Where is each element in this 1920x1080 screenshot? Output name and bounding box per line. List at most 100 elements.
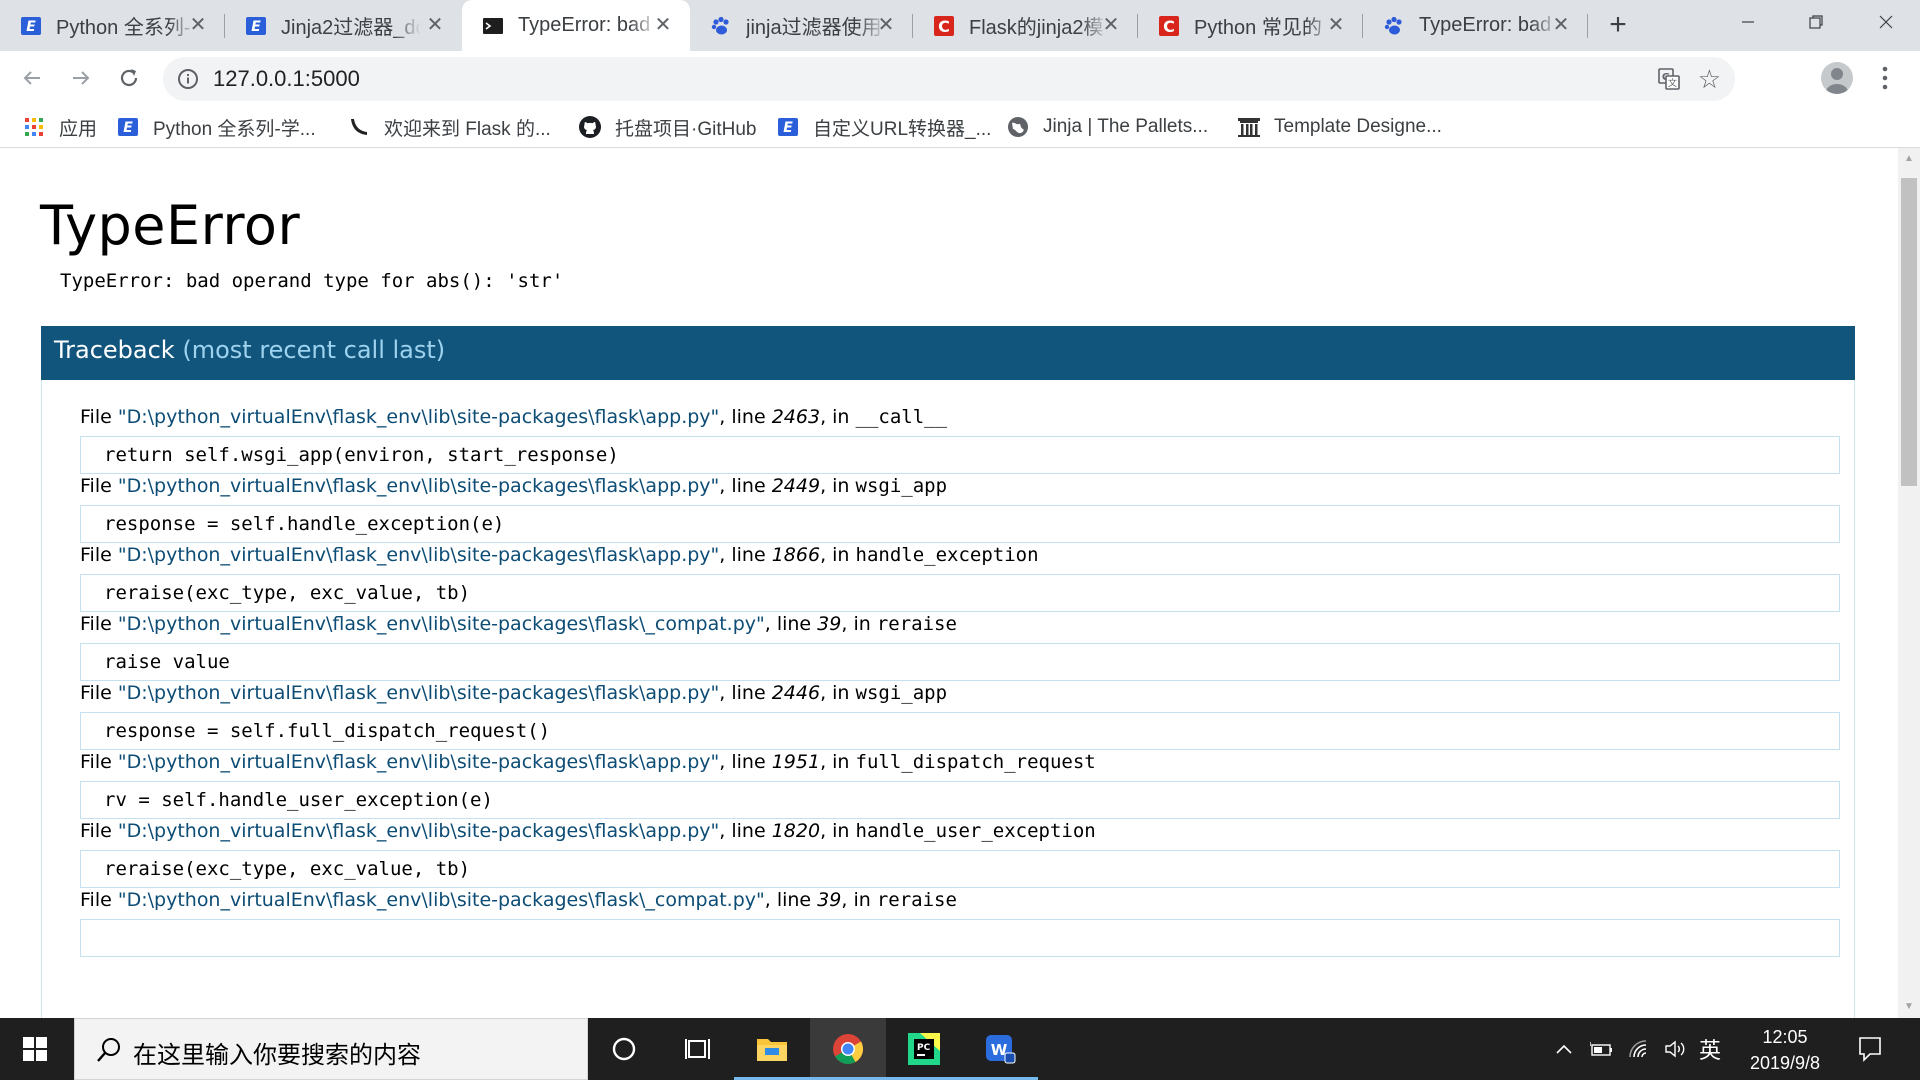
cortana-button[interactable] <box>586 1018 662 1080</box>
frame-line-number: 1820 <box>771 820 821 842</box>
restore-button[interactable] <box>1782 0 1850 44</box>
tab-4[interactable]: jinja过滤器使用 ✕ <box>690 0 913 51</box>
bookmark-star-button[interactable]: ☆ <box>1698 64 1721 95</box>
info-icon[interactable] <box>177 68 199 90</box>
traceback-frame: File "D:\python_virtualEnv\flask_env\lib… <box>80 402 1840 474</box>
frame-line-number: 2446 <box>771 682 821 704</box>
bookmark-template-designer[interactable]: Template Designe... <box>1237 114 1442 140</box>
back-button[interactable] <box>13 59 51 97</box>
battery-tray-button[interactable] <box>1586 1018 1618 1080</box>
svg-text:C: C <box>1163 17 1175 36</box>
tab-close-button[interactable]: ✕ <box>1100 14 1122 36</box>
action-center-button[interactable] <box>1850 1032 1890 1066</box>
translate-icon[interactable]: G文 <box>1657 67 1681 91</box>
frame-source-line[interactable]: response = self.full_dispatch_request() <box>80 712 1840 750</box>
csdn-icon: C <box>1158 15 1180 37</box>
tab-2[interactable]: E Jinja2过滤器_dc ✕ <box>225 0 462 51</box>
bookmark-url-converter[interactable]: E 自定义URL转换器_... <box>776 114 991 140</box>
page-scrollbar[interactable]: ▲ ▼ <box>1898 148 1920 1018</box>
frame-source-line[interactable]: response = self.handle_exception(e) <box>80 505 1840 543</box>
file-word: File <box>80 406 112 428</box>
file-explorer-button[interactable] <box>734 1018 810 1080</box>
arrow-left-icon <box>23 71 40 85</box>
tab-close-button[interactable]: ✕ <box>1550 14 1572 36</box>
frame-function: handle_exception <box>855 544 1039 566</box>
bookmark-label: 欢迎来到 Flask 的... <box>384 118 551 140</box>
tab-5[interactable]: C Flask的jinja2模 ✕ <box>913 0 1138 51</box>
traceback-frame: File "D:\python_virtualEnv\flask_env\lib… <box>80 678 1840 750</box>
close-icon <box>1879 15 1893 29</box>
tab-close-button[interactable]: ✕ <box>187 14 209 36</box>
scrollbar-thumb[interactable] <box>1901 178 1917 486</box>
wps-button[interactable]: W <box>962 1018 1038 1080</box>
network-tray-button[interactable] <box>1624 1018 1656 1080</box>
tab-close-button[interactable]: ✕ <box>652 14 674 36</box>
github-icon <box>578 115 602 139</box>
close-window-button[interactable] <box>1852 0 1920 44</box>
frame-filename[interactable]: "D:\python_virtualEnv\flask_env\lib\site… <box>118 406 719 428</box>
more-vert-icon <box>1882 66 1888 90</box>
frame-filename[interactable]: "D:\python_virtualEnv\flask_env\lib\site… <box>118 544 719 566</box>
frame-filename[interactable]: "D:\python_virtualEnv\flask_env\lib\site… <box>118 475 719 497</box>
forward-button[interactable] <box>62 59 100 97</box>
url-text[interactable]: 127.0.0.1:5000 <box>213 66 360 92</box>
volume-tray-button[interactable] <box>1660 1018 1692 1080</box>
scroll-up-arrow[interactable]: ▲ <box>1898 148 1920 170</box>
frame-source-line[interactable]: reraise(exc_type, exc_value, tb) <box>80 574 1840 612</box>
scroll-down-arrow[interactable]: ▼ <box>1898 996 1920 1018</box>
frame-location: File "D:\python_virtualEnv\flask_env\lib… <box>80 747 1840 777</box>
bookmark-apps[interactable]: 应用 <box>22 114 97 140</box>
reload-button[interactable] <box>110 59 148 97</box>
frame-source-line[interactable]: raise value <box>80 643 1840 681</box>
tray-overflow-button[interactable] <box>1548 1018 1580 1080</box>
address-bar[interactable]: 127.0.0.1:5000 G文 ☆ <box>163 57 1735 101</box>
flask-horn-icon <box>347 115 371 139</box>
system-clock[interactable]: 12:05 2019/9/8 <box>1730 1024 1840 1076</box>
profile-avatar[interactable] <box>1821 62 1853 94</box>
frame-source-line[interactable]: return self.wsgi_app(environ, start_resp… <box>80 436 1840 474</box>
start-button[interactable] <box>0 1018 70 1080</box>
chrome-menu-button[interactable] <box>1880 61 1890 95</box>
bookmark-jinja-pallets[interactable]: Jinja | The Pallets... <box>1006 114 1208 140</box>
pycharm-button[interactable]: PC <box>886 1018 962 1080</box>
ime-indicator[interactable]: 英 <box>1694 1018 1726 1080</box>
speaker-icon <box>1665 1040 1685 1058</box>
new-tab-button[interactable]: + <box>1600 8 1636 44</box>
minimize-button[interactable] <box>1714 0 1782 44</box>
traceback-frames: File "D:\python_virtualEnv\flask_env\lib… <box>41 380 1855 1018</box>
blog-icon: E <box>245 15 267 37</box>
frame-source-line[interactable]: rv = self.handle_user_exception(e) <box>80 781 1840 819</box>
page-viewport: TypeError TypeError: bad operand type fo… <box>0 148 1898 1018</box>
frame-filename[interactable]: "D:\python_virtualEnv\flask_env\lib\site… <box>118 889 765 911</box>
tab-1[interactable]: E Python 全系列- ✕ <box>0 0 225 51</box>
in-word: , in <box>841 889 871 911</box>
frame-line-number: 1866 <box>771 544 821 566</box>
bookmark-python-series[interactable]: E Python 全系列-学... <box>116 114 316 140</box>
frame-line-number: 2449 <box>771 475 821 497</box>
globe-icon <box>1006 115 1030 139</box>
tab-7[interactable]: TypeError: bad ✕ <box>1363 0 1588 51</box>
line-word: , line <box>719 406 766 428</box>
frame-source-line[interactable]: reraise(exc_type, exc_value, tb) <box>80 850 1840 888</box>
svg-text:E: E <box>251 19 261 35</box>
traceback-frame: File "D:\python_virtualEnv\flask_env\lib… <box>80 816 1840 888</box>
tab-6[interactable]: C Python 常见的 ✕ <box>1138 0 1363 51</box>
frame-source-line[interactable] <box>80 919 1840 957</box>
bookmark-github[interactable]: 托盘项目·GitHub <box>578 114 756 140</box>
csdn-icon: C <box>933 15 955 37</box>
frame-filename[interactable]: "D:\python_virtualEnv\flask_env\lib\site… <box>118 820 719 842</box>
tab-close-button[interactable]: ✕ <box>424 14 446 36</box>
wps-icon: W <box>986 1035 1016 1064</box>
task-view-button[interactable] <box>660 1018 736 1080</box>
line-word: , line <box>719 475 766 497</box>
chrome-taskbar-button[interactable] <box>810 1018 886 1080</box>
bookmark-flask-docs[interactable]: 欢迎来到 Flask 的... <box>347 114 551 140</box>
traceback-frame: File "D:\python_virtualEnv\flask_env\lib… <box>80 747 1840 819</box>
tab-close-button[interactable]: ✕ <box>875 14 897 36</box>
tab-3-active[interactable]: TypeError: bad ✕ <box>462 0 690 51</box>
taskbar-search[interactable]: 在这里输入你要搜索的内容 <box>74 1018 588 1080</box>
frame-filename[interactable]: "D:\python_virtualEnv\flask_env\lib\site… <box>118 682 719 704</box>
tab-close-button[interactable]: ✕ <box>1325 14 1347 36</box>
frame-filename[interactable]: "D:\python_virtualEnv\flask_env\lib\site… <box>118 751 719 773</box>
frame-filename[interactable]: "D:\python_virtualEnv\flask_env\lib\site… <box>118 613 765 635</box>
